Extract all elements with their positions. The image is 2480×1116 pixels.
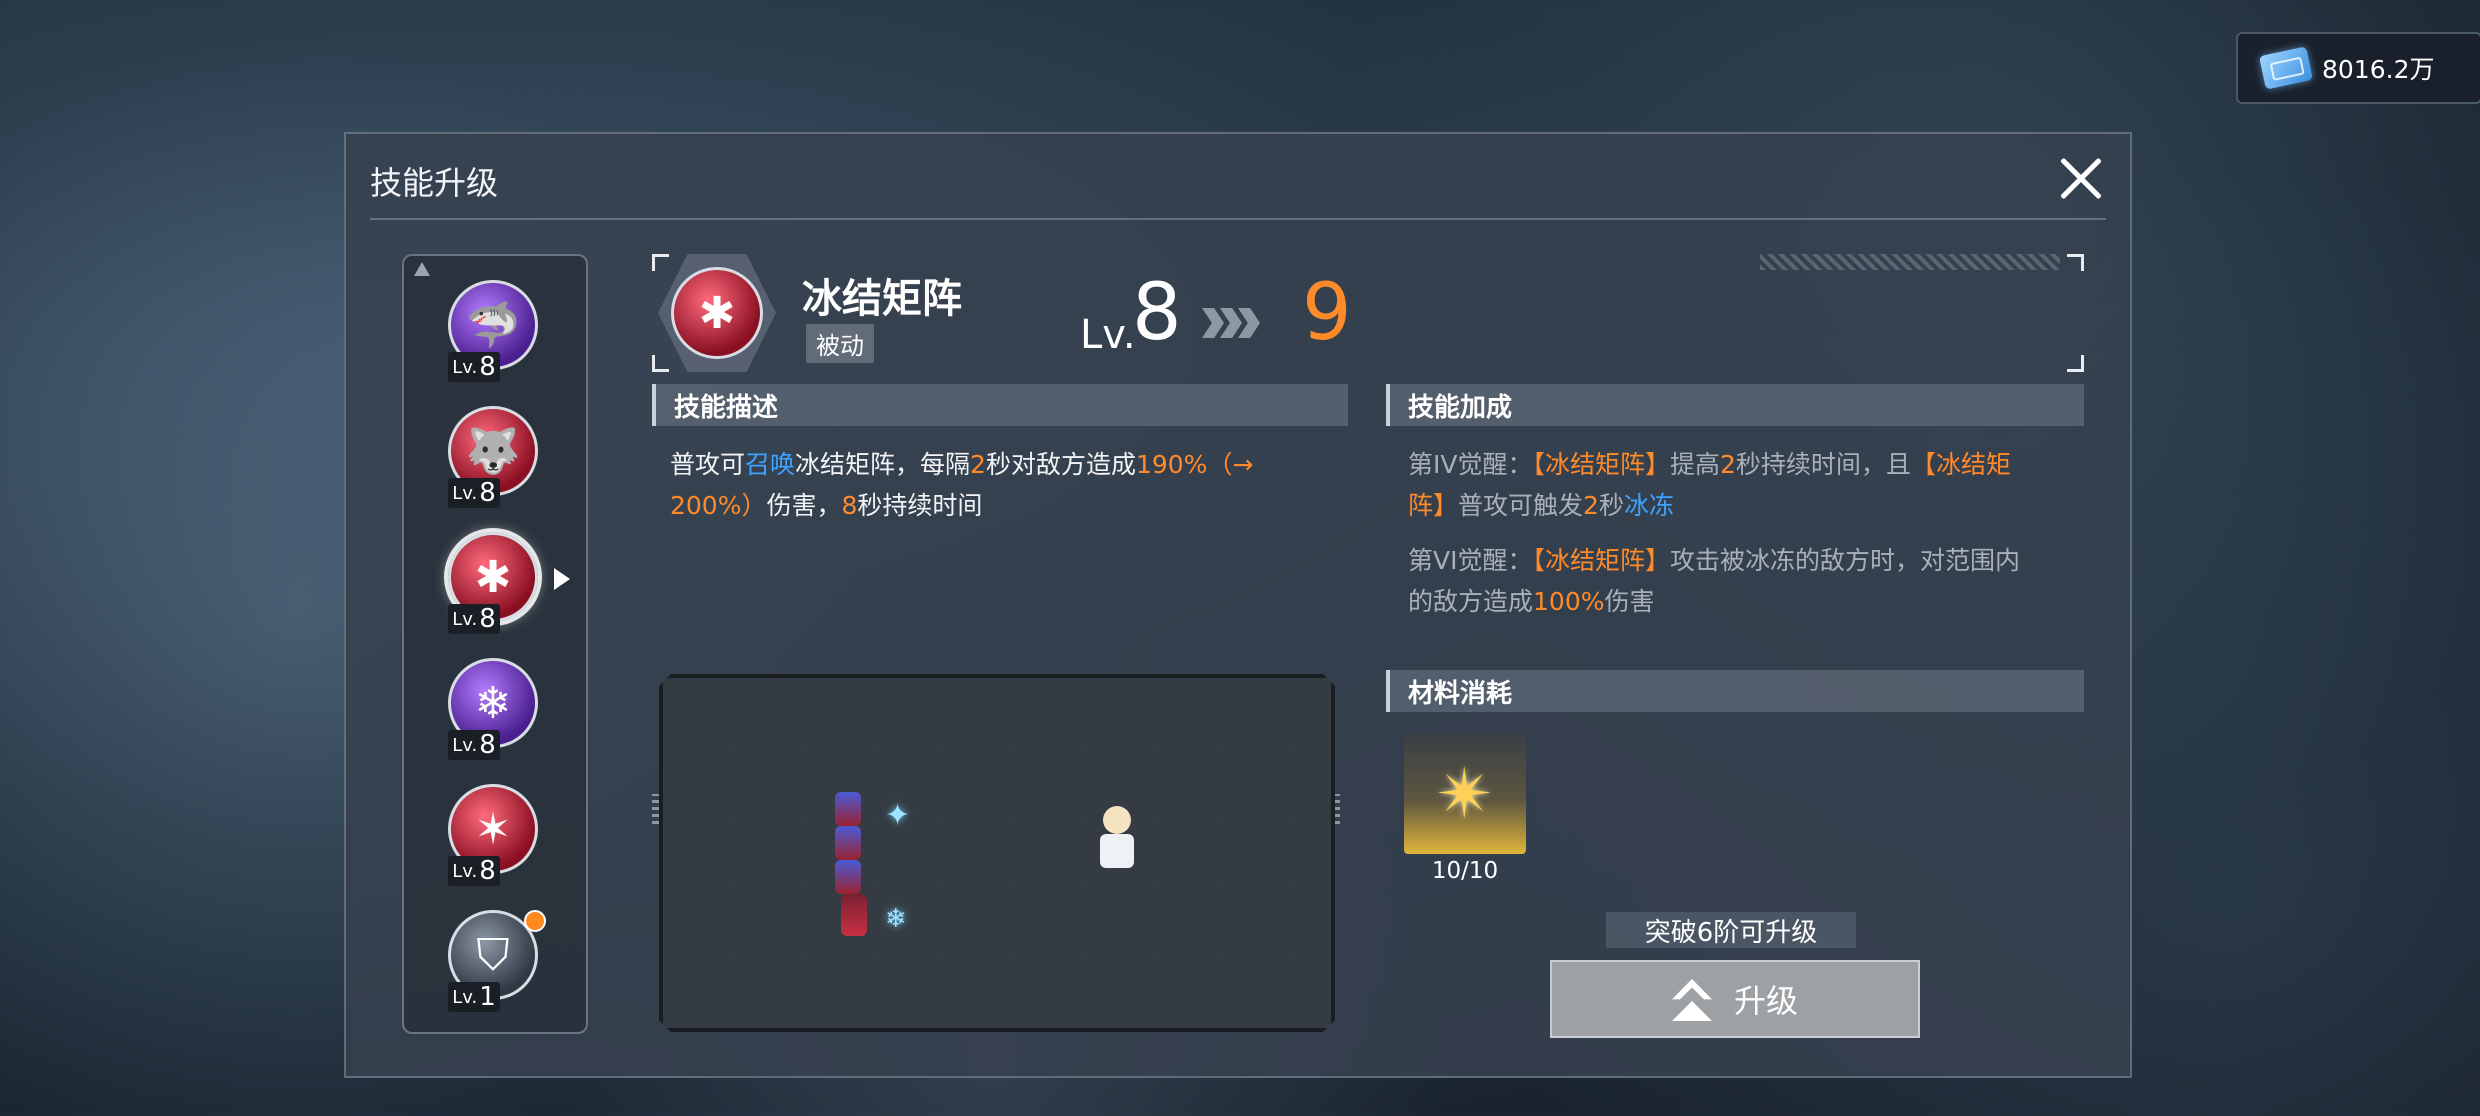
skill-list-sidebar[interactable]: 🦈 Lv. 8 🐺 Lv. 8 ✱ Lv. 8 ❄ Lv. 8 ✶ Lv. 8 ⛉ Lv.… [402, 254, 588, 1034]
frame-corner [652, 355, 669, 372]
skill-hex-frame: ✱ [658, 254, 776, 372]
skill-list-item[interactable]: ❄ Lv. 8 [448, 658, 546, 760]
skill-upgrade-panel: 技能升级 🦈 Lv. 8 🐺 Lv. 8 ✱ Lv. 8 ❄ Lv. 8 ✶ Lv. 8 … [344, 132, 2132, 1078]
chevron-right-icon [1202, 308, 1260, 338]
skill-list-item[interactable]: 🐺 Lv. 8 [448, 406, 546, 508]
frame-corner [652, 254, 669, 271]
preview-grip-left [652, 794, 660, 824]
skill-header: ✱ 冰结矩阵 被动 Lv. 8 9 [652, 254, 2084, 372]
level-label: Lv. [1080, 312, 1136, 358]
star-crystal-icon: ✴ [1435, 753, 1495, 835]
currency-display: 8016.2万 [2236, 32, 2480, 104]
skill-name: 冰结矩阵 [802, 276, 962, 322]
enemy-unit [835, 826, 861, 860]
level-badge: Lv. 8 [448, 604, 500, 634]
skill-list-item-selected[interactable]: ✱ Lv. 8 [448, 532, 570, 634]
currency-value: 8016.2万 [2322, 55, 2435, 84]
skill-description: 普攻可召唤冰结矩阵，每隔2秒对敌方造成190%（→ 200%）伤害，8秒持续时间 [670, 450, 1254, 520]
battle-floor [663, 678, 1331, 1028]
materials-header: 材料消耗 [1386, 670, 2084, 712]
level-badge: Lv. 8 [448, 478, 500, 508]
title-divider [370, 218, 2106, 220]
ticket-icon [2258, 46, 2314, 90]
hero-head [1103, 806, 1131, 834]
ice-flower-icon: ✱ [671, 267, 763, 359]
enemy-unit [841, 894, 867, 936]
bonus-header: 技能加成 [1386, 384, 2084, 426]
current-level: 8 [1132, 268, 1182, 358]
ice-shard-icon: ✦ [885, 798, 911, 833]
frame-corner [2067, 254, 2084, 271]
skill-list-item[interactable]: ⛉ Lv. 1 [448, 910, 546, 1012]
material-item[interactable]: ✴ [1404, 734, 1526, 854]
skill-type-tag: 被动 [806, 324, 874, 363]
awakening-bonus-iv: 第IV觉醒：【冰结矩阵】提高2秒持续时间，且【冰结矩 阵】普攻可触发2秒冰冻 [1408, 450, 2011, 520]
level-badge: Lv. 8 [448, 856, 500, 886]
level-badge: Lv. 8 [448, 730, 500, 760]
enemy-unit [835, 860, 861, 894]
upgrade-requirement: 突破6阶可升级 [1606, 912, 1856, 948]
awakening-bonus-vi: 第VI觉醒：【冰结矩阵】攻击被冰冻的敌方时，对范围内 的敌方造成100%伤害 [1408, 546, 2021, 616]
close-icon[interactable] [2056, 154, 2106, 204]
skill-list-item[interactable]: ✶ Lv. 8 [448, 784, 546, 886]
upgrade-button-label: 升级 [1733, 982, 1798, 1020]
notification-dot [524, 910, 546, 932]
ice-burst-icon: ❄ [885, 904, 907, 934]
level-badge: Lv. 8 [448, 352, 500, 382]
selected-arrow-icon [554, 568, 570, 590]
hero-body [1100, 834, 1134, 868]
decorative-stripes [1760, 254, 2060, 270]
description-header: 技能描述 [652, 384, 1348, 426]
enemy-unit [835, 792, 861, 826]
warning-icon [414, 262, 430, 276]
skill-preview-video[interactable]: ✦ ❄ [659, 674, 1335, 1032]
hero-character [1100, 806, 1134, 868]
next-level: 9 [1302, 268, 1352, 358]
panel-title: 技能升级 [370, 164, 499, 202]
upgrade-arrow-icon [1671, 979, 1712, 1021]
skill-list-item[interactable]: 🦈 Lv. 8 [448, 280, 546, 382]
level-badge: Lv. 1 [448, 982, 500, 1012]
upgrade-button[interactable]: 升级 [1550, 960, 1920, 1038]
material-count: 10/10 [1431, 858, 1499, 884]
frame-corner [2067, 355, 2084, 372]
